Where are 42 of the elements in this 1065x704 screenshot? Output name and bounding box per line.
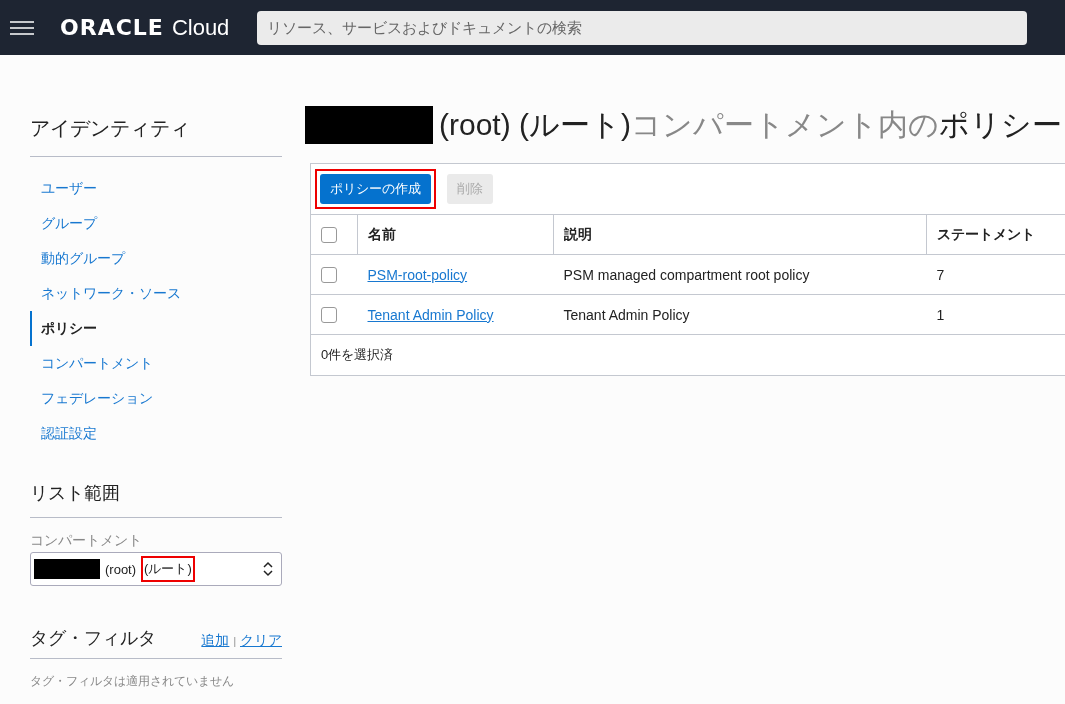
column-header: 名前 — [357, 214, 554, 255]
checkbox[interactable] — [321, 267, 337, 284]
table-cell: PSM managed compartment root policy — [553, 254, 927, 295]
sidebar-item[interactable]: フェデレーション — [30, 381, 282, 416]
column-header: 説明 — [553, 214, 927, 255]
field-label: コンパートメント — [30, 532, 143, 550]
up-down-caret-icon — [263, 561, 273, 577]
sidebar-item[interactable]: ネットワーク・ソース — [30, 276, 282, 311]
brand-logo[interactable]: ORACLE — [60, 15, 164, 40]
empty-filter-text: タグ・フィルタは適用されていません — [30, 673, 235, 690]
checkbox[interactable] — [321, 307, 337, 324]
page-title: ポリシー — [939, 107, 1062, 141]
compartment-select[interactable]: (root) (ルート) — [30, 552, 282, 586]
policy-link[interactable]: Tenant Admin Policy — [367, 306, 494, 323]
select-value: (ルート) — [141, 556, 195, 582]
link-separator: | — [233, 636, 236, 647]
toolbar-button[interactable]: ポリシーの作成 — [320, 174, 431, 204]
sidebar-item[interactable]: 動的グループ — [30, 241, 282, 276]
column-header: ステートメント — [926, 214, 1065, 255]
sidebar-item[interactable]: ポリシー — [30, 311, 282, 346]
select-value: (root) — [104, 560, 138, 579]
product-name: Cloud — [171, 14, 230, 41]
selection-count: 0件を選択済 — [311, 334, 1065, 375]
sidebar-item[interactable]: グループ — [30, 206, 282, 241]
policy-link[interactable]: PSM-root-policy — [367, 266, 468, 283]
page-title: (root) (ルート) — [439, 107, 631, 141]
search-field[interactable]: リソース、サービスおよびドキュメントの検索 — [257, 10, 1028, 45]
sidebar-item[interactable]: コンパートメント — [30, 346, 282, 381]
checkbox[interactable] — [321, 227, 337, 244]
scope-title: リスト範囲 — [30, 482, 121, 505]
table-cell: Tenant Admin Policy — [553, 294, 927, 334]
table-cell: 1 — [926, 294, 1065, 334]
menu-icon[interactable] — [10, 20, 34, 35]
page-title: コンパートメント内の — [631, 107, 939, 141]
sidebar-title: アイデンティティ — [30, 116, 191, 141]
redaction-block — [34, 559, 100, 579]
sidebar-item[interactable]: ユーザー — [30, 171, 282, 206]
filter-link[interactable]: クリア — [240, 632, 282, 648]
filter-link[interactable]: 追加 — [201, 632, 230, 648]
table-cell: 7 — [926, 254, 1065, 295]
tag-filter-title: タグ・フィルタ — [30, 627, 156, 650]
sidebar-item[interactable]: 認証設定 — [30, 416, 282, 451]
